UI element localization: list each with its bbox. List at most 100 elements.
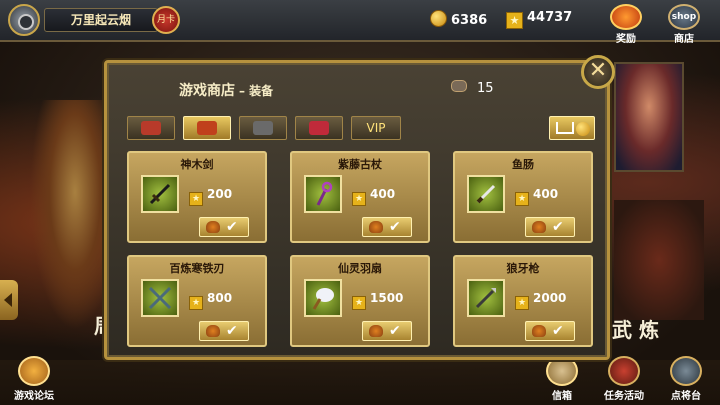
close-button[interactable]: ✕ [581,55,615,89]
item-slot[interactable] [467,279,505,317]
panel-title-sub: – 装备 [239,84,274,98]
banner-text-right: 武 炼 [612,318,659,342]
star-icon: ★ [352,192,366,206]
buy-button[interactable]: ✔ [199,217,249,237]
tab-potions[interactable] [295,116,343,140]
star-icon: ★ [515,192,529,206]
shop-panel: 游戏商店 – 装备 15 VIP 神木剑 ★ 200 ✔ 紫藤古杖 ★ 400 ✔ [104,60,610,360]
cart-button[interactable] [549,116,595,140]
checkmark-icon: ✔ [389,323,401,339]
mail-label: 信箱 [552,391,572,402]
potion-icon [309,121,329,135]
buy-button[interactable]: ✔ [362,217,412,237]
item-name: 鱼肠 [512,158,534,171]
buy-button[interactable]: ✔ [525,217,575,237]
panel-title: 游戏商店 – 装备 [179,80,273,100]
money-bag-icon [206,221,220,233]
item-slot[interactable] [304,175,342,213]
mail-icon [546,356,578,386]
buy-button[interactable]: ✔ [199,321,249,341]
heroine-portrait-right[interactable] [614,62,684,172]
star-icon: ★ [515,296,529,310]
gold-counter: 6386 [430,10,487,28]
money-bag-icon [369,325,383,337]
item-name: 紫藤古杖 [338,158,382,171]
horse-icon [197,121,217,135]
star-icon: ★ [189,192,203,206]
item-price-value: 1500 [370,291,404,305]
twin-blades-icon [148,286,172,310]
item-name: 狼牙枪 [506,262,540,275]
item-slot[interactable] [467,175,505,213]
left-arrow-button[interactable] [0,280,18,320]
star-value: 44737 [527,10,573,25]
arena-icon [670,356,702,386]
item-price: ★ 400 [515,187,558,206]
item-card: 鱼肠 ★ 400 ✔ [453,151,593,243]
feather-fan-icon [312,288,334,310]
star-icon: ★ [506,12,523,29]
forum-icon [18,356,50,386]
money-bag-icon [206,325,220,337]
tasks-label: 任务活动 [604,391,644,402]
top-bar: 万里起云烟 月卡 6386 ★ 44737 奖励 shop 商店 [0,0,720,45]
item-price-value: 200 [207,187,233,201]
shop-label: 商店 [674,34,694,45]
buy-button[interactable]: ✔ [362,321,412,341]
item-price-value: 400 [370,187,396,201]
item-price: ★ 2000 [515,291,566,310]
coins-icon [576,122,590,136]
tasks-button[interactable]: 任务活动 [594,356,654,402]
item-slot[interactable] [304,279,342,317]
player-name: 万里起云烟 [44,8,158,32]
monthly-card-badge[interactable]: 月卡 [152,6,180,34]
tab-treasure[interactable] [127,116,175,140]
item-price-value: 2000 [533,291,567,305]
checkmark-icon: ✔ [552,323,564,339]
stock-value: 15 [477,81,494,96]
item-price-value: 800 [207,291,233,305]
money-bag-icon [532,221,546,233]
ticket-icon [451,80,467,92]
dagger-icon [476,184,496,204]
item-price-value: 400 [533,187,559,201]
staff-icon [316,181,333,206]
money-bag-icon [369,221,383,233]
gift-icon [610,4,642,30]
money-bag-icon [532,325,546,337]
forum-button[interactable]: 游戏论坛 [4,356,64,402]
arena-label: 点将台 [671,391,701,402]
settings-gear-icon[interactable] [8,4,40,36]
star-counter: ★ 44737 [506,10,572,29]
item-card: 狼牙枪 ★ 2000 ✔ [453,255,593,347]
buy-button[interactable]: ✔ [525,321,575,341]
tab-equipment[interactable] [183,116,231,140]
star-icon: ★ [189,296,203,310]
task-icon [608,356,640,386]
checkmark-icon: ✔ [226,219,238,235]
vip-icon: VIP [366,121,386,135]
reward-button[interactable]: 奖励 [606,4,646,45]
panel-title-main: 游戏商店 [179,83,235,99]
item-card: 神木剑 ★ 200 ✔ [127,151,267,243]
cavalry-banner-right[interactable] [614,200,704,320]
tab-weapons[interactable] [239,116,287,140]
stock-counter: 15 [451,80,494,96]
arena-button[interactable]: 点将台 [656,356,716,402]
item-name: 仙灵羽扇 [338,262,382,275]
item-slot[interactable] [141,175,179,213]
crossed-swords-icon [253,121,273,135]
reward-label: 奖励 [616,34,636,45]
gold-coin-icon [430,10,447,27]
item-price: ★ 200 [189,187,232,206]
shop-icon: shop [668,4,700,30]
tab-vip[interactable]: VIP [351,116,401,140]
checkmark-icon: ✔ [552,219,564,235]
shop-button[interactable]: shop 商店 [664,4,704,45]
checkmark-icon: ✔ [226,323,238,339]
item-price: ★ 800 [189,291,232,310]
gold-value: 6386 [451,13,488,28]
mail-button[interactable]: 信箱 [532,356,592,402]
item-price: ★ 400 [352,187,395,206]
item-slot[interactable] [141,279,179,317]
